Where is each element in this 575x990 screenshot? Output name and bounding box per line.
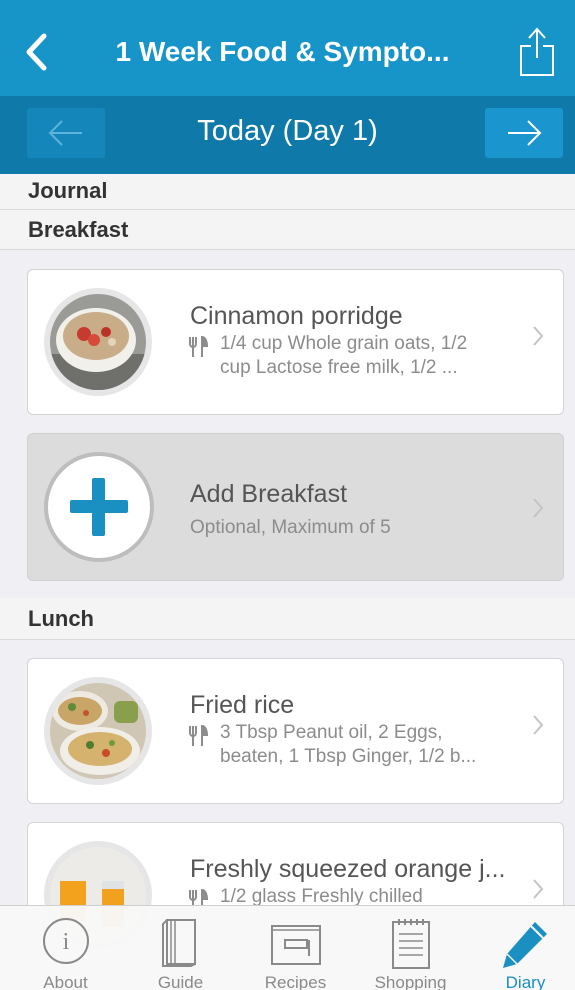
add-breakfast-subtitle: Optional, Maximum of 5: [190, 517, 391, 538]
recipe-box-icon: [270, 925, 321, 965]
fork-knife-icon: [189, 725, 209, 746]
chevron-right-icon: [533, 326, 544, 346]
tab-guide[interactable]: Guide: [123, 906, 238, 990]
tab-recipes[interactable]: Recipes: [238, 906, 353, 990]
section-header-journal: Journal: [0, 174, 575, 210]
add-breakfast-button[interactable]: Add Breakfast Optional, Maximum of 5: [27, 433, 564, 581]
app-screen: 1 Week Food & Sympto... Today (Day 1) Jo…: [0, 0, 575, 990]
tab-diary[interactable]: Diary: [468, 906, 575, 990]
share-button[interactable]: [517, 26, 557, 78]
chevron-right-icon: [533, 879, 544, 899]
meal-ingredients-line-2: beaten, 1 Tbsp Ginger, 1/2 b...: [220, 746, 477, 767]
navigation-bar: 1 Week Food & Sympto...: [0, 0, 575, 96]
tab-label: About: [43, 973, 88, 990]
section-header-breakfast: Breakfast: [0, 210, 575, 250]
chevron-right-icon: [533, 498, 544, 518]
info-icon: i: [42, 918, 89, 964]
meal-name: Fried rice: [190, 691, 295, 719]
porridge-image: [50, 294, 146, 390]
next-day-button[interactable]: [485, 108, 563, 158]
meal-name: Cinnamon porridge: [190, 302, 403, 330]
add-icon-circle: [44, 452, 154, 562]
tab-about[interactable]: i About: [8, 906, 123, 990]
share-icon: [520, 27, 554, 76]
meal-ingredients-line-1: 3 Tbsp Peanut oil, 2 Eggs,: [220, 722, 443, 743]
chevron-right-icon: [533, 715, 544, 735]
day-navigator: Today (Day 1): [0, 96, 575, 174]
meal-ingredients: 3 Tbsp Peanut oil, 2 Eggs, beaten, 1 Tbs…: [220, 721, 530, 769]
meal-thumbnail: [44, 288, 152, 396]
tab-shopping[interactable]: Shopping: [353, 906, 468, 990]
notepad-icon: [391, 919, 430, 969]
tab-label: Shopping: [374, 973, 447, 990]
arrow-right-icon: [508, 120, 542, 146]
meal-ingredients-line-2: cup Lactose free milk, 1/2 ...: [220, 357, 458, 378]
arrow-left-icon: [48, 120, 82, 146]
tab-label: Guide: [157, 973, 204, 990]
tab-bar: i About Guide Recipes Shopping Diary: [0, 905, 575, 990]
meal-ingredients-line-1: 1/4 cup Whole grain oats, 1/2: [220, 333, 468, 354]
add-breakfast-title: Add Breakfast: [190, 480, 348, 508]
meal-name: Freshly squeezed orange j...: [190, 855, 506, 883]
section-header-lunch: Lunch: [0, 598, 575, 640]
fried-rice-image: [50, 683, 146, 779]
book-icon: [161, 919, 196, 967]
previous-day-button[interactable]: [27, 108, 105, 158]
meal-card-cinnamon-porridge[interactable]: Cinnamon porridge 1/4 cup Whole grain oa…: [27, 269, 564, 415]
svg-text:i: i: [62, 929, 69, 955]
page-title: 1 Week Food & Sympto...: [115, 36, 450, 67]
meal-thumbnail: [44, 677, 152, 785]
pencil-icon: [502, 922, 547, 968]
chevron-left-icon: [26, 33, 47, 71]
fork-knife-icon: [189, 336, 209, 357]
tab-label: Diary: [505, 973, 546, 990]
meal-card-fried-rice[interactable]: Fried rice 3 Tbsp Peanut oil, 2 Eggs, be…: [27, 658, 564, 804]
tab-label: Recipes: [264, 973, 327, 990]
day-title: Today (Day 1): [197, 115, 378, 147]
back-button[interactable]: [18, 30, 54, 74]
meal-ingredients: 1/4 cup Whole grain oats, 1/2 cup Lactos…: [220, 332, 530, 380]
